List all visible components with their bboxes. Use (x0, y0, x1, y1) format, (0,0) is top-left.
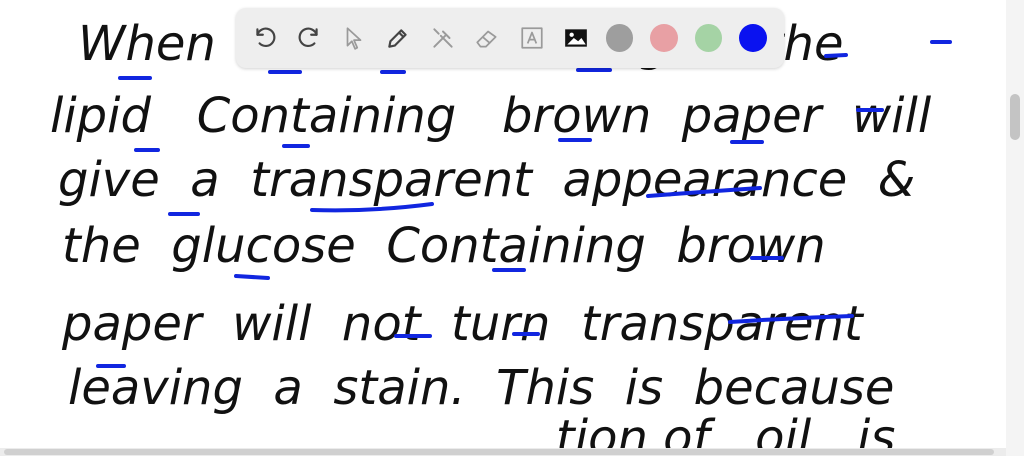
horizontal-scrollbar[interactable] (0, 448, 1006, 456)
tools-button[interactable] (428, 23, 457, 53)
note-line: the glucose Containing brown (62, 218, 826, 274)
color-swatch-gray[interactable] (605, 24, 634, 52)
vertical-scroll-thumb[interactable] (1010, 94, 1020, 140)
note-line: leaving a stain. This is because (68, 360, 894, 416)
eraser-icon (476, 30, 497, 48)
redo-icon (298, 27, 318, 48)
handwriting-layer: When light the lipid Containing brown pa… (50, 16, 952, 456)
color-swatch-pink[interactable] (650, 24, 678, 52)
text-tool-button[interactable] (517, 23, 546, 53)
vertical-scrollbar[interactable] (1006, 0, 1024, 456)
tools-icon (433, 28, 453, 48)
cursor-icon (346, 27, 362, 50)
undo-button[interactable] (250, 23, 279, 53)
color-swatch-blue[interactable] (739, 24, 767, 52)
pen-tool-button[interactable] (383, 23, 412, 53)
note-line: give a transparent appearance & (58, 152, 915, 208)
image-tool-button[interactable] (561, 23, 590, 53)
whiteboard-canvas[interactable]: When light the lipid Containing brown pa… (0, 0, 1024, 456)
horizontal-scroll-thumb[interactable] (4, 449, 994, 455)
image-icon (565, 29, 587, 47)
pen-icon (388, 29, 407, 48)
note-line: lipid Containing brown paper will (50, 88, 932, 144)
undo-icon (256, 27, 276, 48)
color-swatch-green[interactable] (694, 24, 723, 52)
eraser-button[interactable] (472, 23, 501, 53)
redo-button[interactable] (294, 23, 323, 53)
select-tool-button[interactable] (339, 23, 368, 53)
note-line: paper will not turn transparent (61, 296, 865, 352)
text-box-icon (521, 27, 543, 49)
drawing-toolbar (236, 8, 784, 68)
